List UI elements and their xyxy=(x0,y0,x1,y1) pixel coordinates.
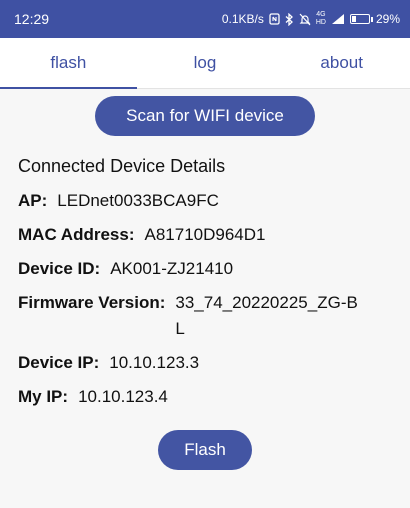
tab-flash[interactable]: flash xyxy=(0,38,137,89)
device-id-value: AK001-ZJ21410 xyxy=(110,259,234,278)
tab-bar: flash log about xyxy=(0,38,410,89)
app-screen: 12:29 0.1KB/s 4G HD 29% flash log about … xyxy=(0,0,410,508)
signal-icon xyxy=(331,13,345,25)
my-ip-label: My IP: xyxy=(18,387,69,406)
battery-fill xyxy=(351,16,356,22)
network-speed: 0.1KB/s xyxy=(221,12,264,26)
flash-panel: Scan for WIFI device Connected Device De… xyxy=(0,96,410,470)
device-id-label: Device ID: xyxy=(18,259,101,278)
detail-row-ap: AP: LEDnet0033BCA9FC xyxy=(18,188,392,214)
device-ip-value: 10.10.123.3 xyxy=(109,353,200,372)
flash-button[interactable]: Flash xyxy=(158,430,252,470)
ap-value: LEDnet0033BCA9FC xyxy=(57,191,219,210)
network-type-badge: 4G HD xyxy=(315,11,326,26)
status-time: 12:29 xyxy=(14,11,50,27)
status-bar: 12:29 0.1KB/s 4G HD 29% xyxy=(0,0,410,38)
tab-about[interactable]: about xyxy=(273,38,410,88)
mac-value: A81710D964D1 xyxy=(144,225,266,244)
bluetooth-icon xyxy=(285,12,294,26)
ap-label: AP: xyxy=(18,191,48,210)
detail-row-device-id: Device ID: AK001-ZJ21410 xyxy=(18,256,392,282)
detail-row-device-ip: Device IP: 10.10.123.3 xyxy=(18,350,392,376)
detail-row-mac: MAC Address: A81710D964D1 xyxy=(18,222,392,248)
nfc-icon xyxy=(269,13,280,25)
mac-label: MAC Address: xyxy=(18,225,135,244)
status-icons: 0.1KB/s 4G HD 29% xyxy=(222,11,400,27)
section-title: Connected Device Details xyxy=(18,156,226,176)
scan-wifi-button[interactable]: Scan for WIFI device xyxy=(95,96,315,136)
mute-bell-icon xyxy=(299,13,311,26)
detail-row-my-ip: My IP: 10.10.123.4 xyxy=(18,384,392,410)
tab-log[interactable]: log xyxy=(137,38,274,88)
battery-icon xyxy=(349,14,370,24)
battery-percent: 29% xyxy=(375,12,400,26)
battery-indicator: 29% xyxy=(349,12,400,26)
my-ip-value: 10.10.123.4 xyxy=(78,387,168,406)
firmware-label: Firmware Version: xyxy=(18,293,166,312)
device-ip-label: Device IP: xyxy=(18,353,100,372)
firmware-value: 33_74_20220225_ZG-BL xyxy=(175,293,358,338)
detail-row-firmware: Firmware Version: 33_74_20220225_ZG-BL xyxy=(18,290,392,342)
